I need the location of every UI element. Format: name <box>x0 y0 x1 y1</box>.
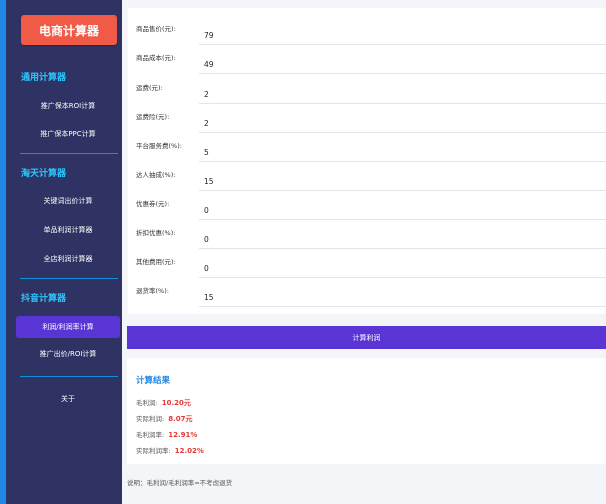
other-fees-input[interactable] <box>199 256 606 278</box>
field-label: 运费险(元): <box>136 113 170 121</box>
field-label: 退货率(%): <box>136 287 169 295</box>
shipping-input[interactable] <box>199 82 606 104</box>
result-value: 10.20元 <box>161 399 191 407</box>
field-label: 达人抽成(%): <box>136 171 176 179</box>
form-row-cost: 商品成本(元): <box>128 47 606 75</box>
nav-item-bid-roi[interactable]: 推广出价/ROI计算 <box>16 343 120 365</box>
field-label: 其他费用(元): <box>136 258 176 266</box>
footnote: 说明：毛利润/毛利润率=不考虑退货 <box>127 479 233 487</box>
nav-item-single-product-profit[interactable]: 单品利润计算器 <box>16 219 120 241</box>
form-row-price: 商品售价(元): <box>128 18 606 46</box>
price-input[interactable] <box>199 23 606 45</box>
app-logo-button[interactable]: 电商计算器 <box>21 15 117 45</box>
calculate-profit-button[interactable]: 计算利润 <box>127 326 606 349</box>
result-line-gross-margin: 毛利润率: 12.91% <box>136 429 197 439</box>
form-row-shipping: 运费(元): <box>128 77 606 105</box>
sidebar-divider <box>20 278 118 279</box>
coupon-input[interactable] <box>199 198 606 220</box>
nav-item-about[interactable]: 关于 <box>16 388 120 410</box>
field-label: 运费(元): <box>136 84 163 92</box>
form-row-platform-fee: 平台服务费(%): <box>128 135 606 163</box>
form-row-discount: 折扣优惠(%): <box>128 222 606 250</box>
field-label: 商品成本(元): <box>136 54 176 62</box>
result-line-actual-margin: 实际利润率: 12.02% <box>136 445 204 455</box>
form-row-shipping-insurance: 运费险(元): <box>128 106 606 134</box>
cost-input[interactable] <box>199 52 606 74</box>
result-line-actual-profit: 实际利润: 8.07元 <box>136 413 192 424</box>
platform-fee-input[interactable] <box>199 140 606 162</box>
result-value: 12.02% <box>174 447 204 455</box>
influencer-commission-input[interactable] <box>199 169 606 191</box>
input-form: 商品售价(元): 商品成本(元): 运费(元): 运费险(元): 平台服务费(%… <box>128 8 606 314</box>
result-line-gross-profit: 毛利润: 10.20元 <box>136 397 191 408</box>
result-label: 毛利润: <box>136 399 158 407</box>
discount-input[interactable] <box>199 227 606 249</box>
result-label: 毛利润率: <box>136 431 165 439</box>
result-label: 实际利润: <box>136 415 165 423</box>
sidebar: 电商计算器 通用计算器 推广保本ROI计算 推广保本PPC计算 淘天计算器 关键… <box>0 0 122 504</box>
section-title-general: 通用计算器 <box>21 73 67 83</box>
form-row-coupon: 优惠券(元): <box>128 193 606 221</box>
return-rate-input[interactable] <box>199 285 606 307</box>
field-label: 折扣优惠(%): <box>136 229 176 237</box>
shipping-insurance-input[interactable] <box>199 111 606 133</box>
result-value: 8.07元 <box>168 415 193 423</box>
nav-item-store-profit[interactable]: 全店利润计算器 <box>16 248 120 270</box>
sidebar-divider <box>20 153 118 154</box>
app-root: 电商计算器 通用计算器 推广保本ROI计算 推广保本PPC计算 淘天计算器 关键… <box>0 0 606 504</box>
nav-item-roi-breakeven[interactable]: 推广保本ROI计算 <box>16 95 120 117</box>
form-row-return-rate: 退货率(%): <box>128 280 606 308</box>
nav-item-profit-margin[interactable]: 利润/利润率计算 <box>16 316 120 338</box>
nav-item-ppc-breakeven[interactable]: 推广保本PPC计算 <box>16 123 120 145</box>
field-label: 优惠券(元): <box>136 200 170 208</box>
main-content: 商品售价(元): 商品成本(元): 运费(元): 运费险(元): 平台服务费(%… <box>122 0 606 504</box>
field-label: 商品售价(元): <box>136 25 176 33</box>
section-title-taotian: 淘天计算器 <box>21 169 67 179</box>
result-value: 12.91% <box>168 431 198 439</box>
result-panel: 计算结果 毛利润: 10.20元 实际利润: 8.07元 毛利润率: 12.91% 实… <box>127 358 606 464</box>
form-row-other-fees: 其他费用(元): <box>128 251 606 279</box>
section-title-douyin: 抖音计算器 <box>21 294 67 304</box>
nav-item-keyword-bid[interactable]: 关键词出价计算 <box>16 190 120 212</box>
sidebar-divider <box>20 376 118 377</box>
form-row-influencer-commission: 达人抽成(%): <box>128 164 606 192</box>
result-title: 计算结果 <box>136 376 171 386</box>
field-label: 平台服务费(%): <box>136 142 182 150</box>
result-label: 实际利润率: <box>136 447 171 455</box>
